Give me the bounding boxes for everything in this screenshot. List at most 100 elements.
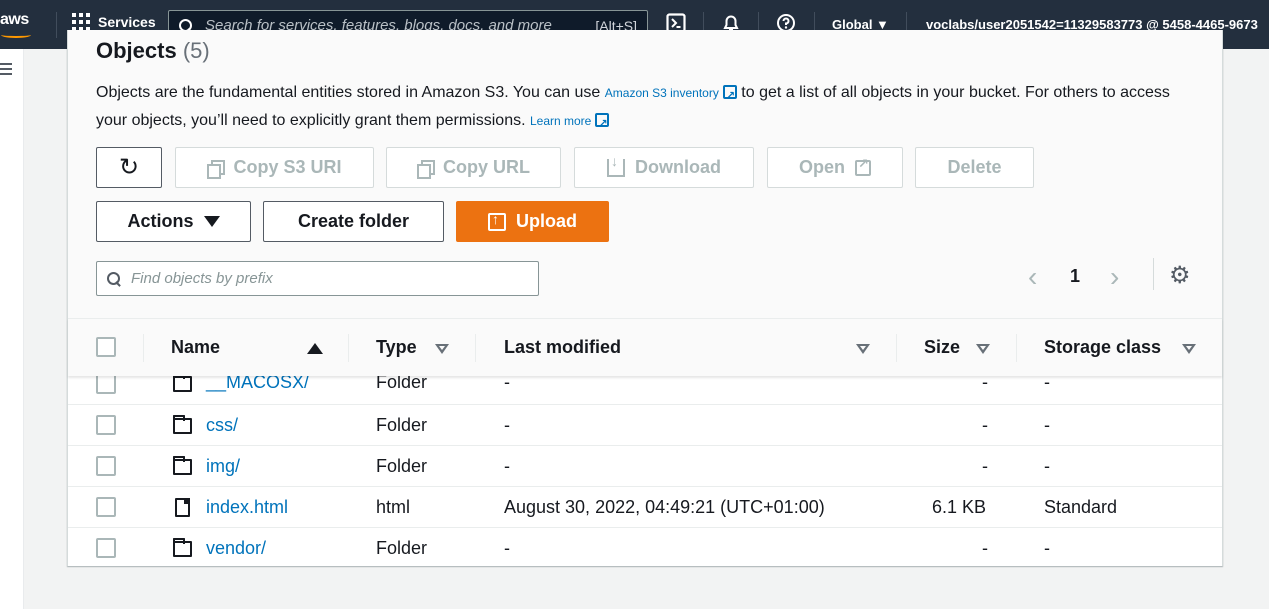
object-name-link[interactable]: index.html (206, 497, 288, 518)
services-menu-button[interactable]: Services (72, 13, 156, 31)
column-header-storage-class[interactable]: Storage class (1044, 337, 1161, 358)
refresh-button[interactable]: ↻ (96, 147, 162, 188)
sort-icon[interactable] (856, 344, 870, 354)
nav-divider (56, 12, 57, 38)
column-header-type[interactable]: Type (376, 337, 417, 358)
external-link-icon (595, 110, 610, 138)
object-size: - (982, 415, 988, 435)
object-name-link[interactable]: css/ (206, 415, 238, 436)
sort-ascending-icon[interactable] (307, 343, 323, 354)
copy-url-button[interactable]: Copy URL (386, 147, 561, 188)
table-row[interactable]: __MACOSX/ Folder - - - (68, 376, 1222, 405)
select-all-checkbox[interactable] (96, 337, 116, 357)
row-checkbox[interactable] (96, 415, 116, 435)
object-size: - (982, 376, 988, 392)
copy-s3-uri-label: Copy S3 URI (233, 157, 342, 177)
create-folder-label: Create folder (297, 211, 410, 231)
column-header-last-modified[interactable]: Last modified (504, 337, 621, 358)
object-last-modified: August 30, 2022, 04:49:21 (UTC+01:00) (504, 497, 825, 517)
sort-icon[interactable] (976, 344, 990, 354)
file-icon (175, 498, 190, 517)
column-divider (348, 334, 349, 362)
download-label: Download (635, 157, 721, 177)
object-name-link[interactable]: img/ (206, 456, 240, 477)
upload-label: Upload (516, 211, 577, 231)
actions-label: Actions (127, 211, 194, 231)
copy-url-label: Copy URL (443, 157, 530, 177)
objects-table-body: __MACOSX/ Folder - - - css/ Folder - - -… (68, 376, 1222, 566)
object-last-modified: - (504, 376, 510, 392)
object-last-modified: - (504, 456, 510, 476)
objects-table-header: Name Type Last modified Size Storage cla… (68, 318, 1222, 376)
copy-s3-uri-button[interactable]: Copy S3 URI (175, 147, 374, 188)
previous-page-button[interactable]: ‹ (1028, 262, 1037, 292)
object-size: - (982, 456, 988, 476)
open-label: Open (798, 157, 845, 177)
services-label: Services (98, 14, 156, 30)
column-header-name[interactable]: Name (171, 337, 220, 358)
object-type: html (376, 497, 411, 517)
objects-heading: Objects (5) (96, 38, 210, 64)
delete-button[interactable]: Delete (915, 147, 1034, 188)
objects-count: (5) (182, 38, 210, 63)
row-checkbox[interactable] (96, 497, 116, 517)
upload-icon (488, 211, 506, 231)
table-row[interactable]: index.html html August 30, 2022, 04:49:2… (68, 487, 1222, 528)
external-link-icon (722, 82, 737, 110)
table-row[interactable]: css/ Folder - - - (68, 405, 1222, 446)
object-type: Folder (376, 538, 428, 558)
object-name-link[interactable]: __MACOSX/ (206, 376, 309, 393)
object-storage-class: - (1044, 415, 1050, 435)
hamburger-menu-icon[interactable] (0, 63, 12, 78)
folder-icon (173, 538, 192, 557)
refresh-icon: ↻ (118, 153, 140, 181)
actions-dropdown[interactable]: Actions (96, 201, 251, 242)
open-button[interactable]: Open (767, 147, 903, 188)
folder-icon (173, 415, 192, 434)
sort-icon[interactable] (1182, 344, 1196, 354)
row-checkbox[interactable] (96, 456, 116, 476)
copy-icon (417, 159, 435, 179)
column-divider (475, 334, 476, 362)
table-row[interactable]: vendor/ Folder - - - (68, 528, 1222, 566)
table-preferences-gear-icon[interactable]: ⚙ (1169, 264, 1191, 288)
object-type: Folder (376, 376, 428, 392)
object-storage-class: Standard (1044, 497, 1118, 517)
next-page-button[interactable]: › (1110, 262, 1119, 292)
objects-description: Objects are the fundamental entities sto… (96, 79, 1186, 138)
download-button[interactable]: Download (574, 147, 754, 188)
column-divider (143, 334, 144, 362)
folder-icon (173, 376, 192, 392)
objects-title: Objects (96, 38, 177, 63)
copy-icon (207, 159, 226, 179)
object-last-modified: - (504, 538, 510, 558)
search-icon (107, 271, 121, 286)
sort-icon[interactable] (435, 344, 449, 354)
object-name-link[interactable]: vendor/ (206, 538, 266, 559)
row-checkbox[interactable] (96, 538, 116, 558)
table-row[interactable]: img/ Folder - - - (68, 446, 1222, 487)
row-checkbox[interactable] (96, 376, 116, 394)
prefix-filter-box[interactable] (96, 261, 539, 296)
object-size: 6.1 KB (932, 497, 987, 517)
create-folder-button[interactable]: Create folder (263, 201, 444, 242)
upload-button[interactable]: Upload (456, 201, 609, 242)
object-type: Folder (376, 456, 428, 476)
folder-icon (173, 456, 192, 475)
current-page-number[interactable]: 1 (1070, 266, 1080, 287)
prefix-filter-input[interactable] (131, 270, 538, 287)
inventory-link[interactable]: Amazon S3 inventory (605, 86, 719, 100)
aws-logo[interactable]: aws (0, 8, 36, 42)
grid-icon (72, 13, 90, 31)
download-icon (607, 153, 625, 177)
object-type: Folder (376, 415, 428, 435)
column-divider (1016, 334, 1017, 362)
column-header-size[interactable]: Size (924, 337, 960, 358)
object-storage-class: - (1044, 376, 1050, 392)
learn-more-link[interactable]: Learn more (530, 114, 591, 128)
pager-divider (1153, 258, 1154, 290)
object-storage-class: - (1044, 538, 1050, 558)
object-last-modified: - (504, 415, 510, 435)
external-link-icon (855, 156, 871, 176)
aws-logo-text: aws (0, 11, 29, 28)
